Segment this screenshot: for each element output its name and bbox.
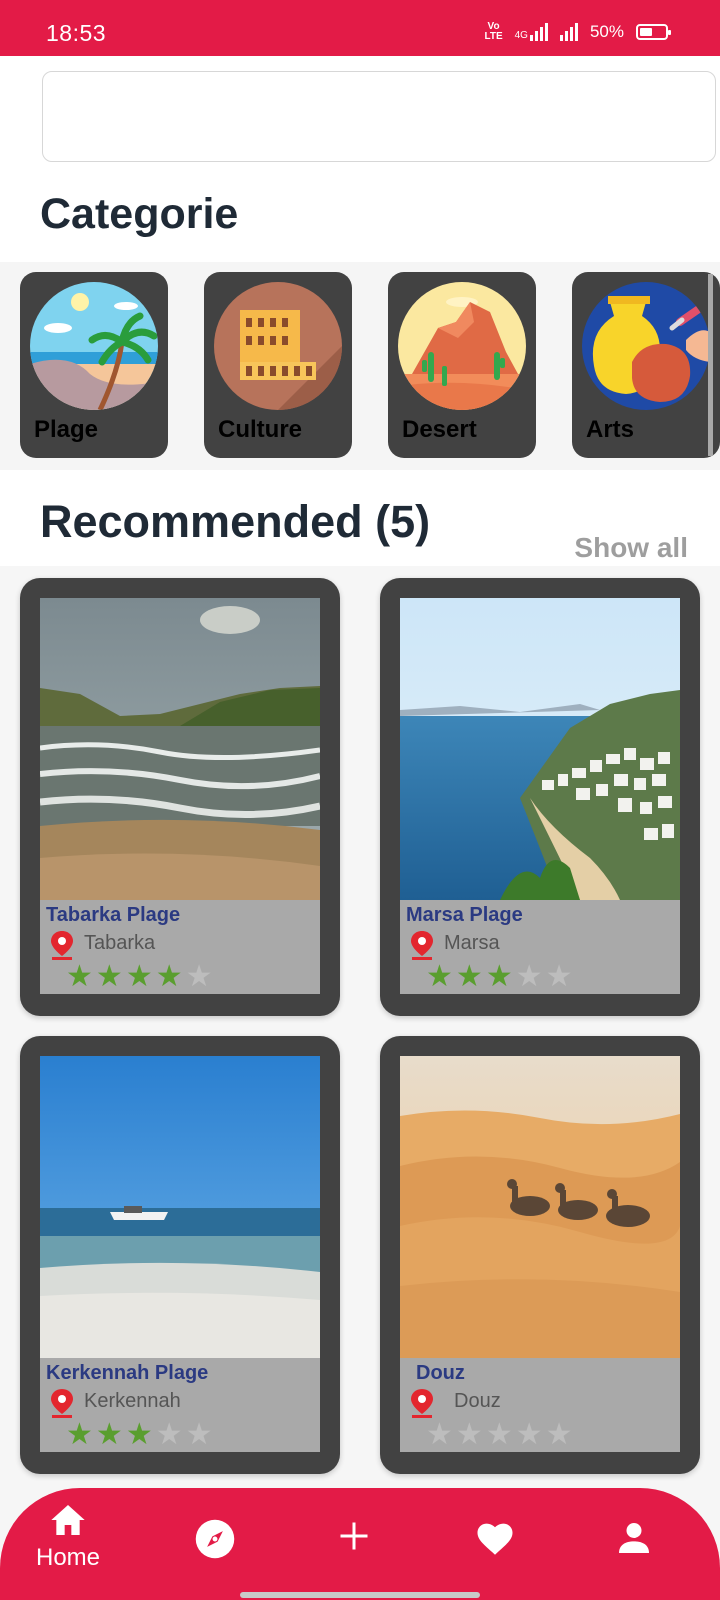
- beach-icon: [30, 282, 158, 410]
- star-filled-icon: ★: [66, 1418, 93, 1451]
- star-filled-icon: ★: [485, 960, 513, 993]
- colosseum-icon: [214, 282, 342, 410]
- desert-icon: [398, 282, 526, 410]
- network-type: 4G: [514, 30, 528, 41]
- status-time: 18:53: [46, 20, 107, 46]
- categories-scrollbar[interactable]: [708, 274, 713, 456]
- nav-add[interactable]: [336, 1518, 372, 1554]
- place-info: Tabarka Plage Tabarka ★ ★ ★ ★ ★: [40, 900, 320, 994]
- star-filled-icon: ★: [455, 960, 483, 993]
- category-card-culture[interactable]: Culture: [204, 272, 352, 458]
- place-name: Kerkennah Plage: [46, 1362, 209, 1384]
- star-empty-icon: ★: [185, 960, 213, 993]
- rating-stars: ★ ★ ★ ★ ★: [66, 1420, 213, 1450]
- star-filled-icon: ★: [66, 960, 93, 993]
- rating-stars: ★ ★ ★ ★ ★: [426, 962, 573, 992]
- status-bar: 18:53 Vo LTE 4G 50%: [0, 0, 720, 56]
- search-input[interactable]: [42, 71, 716, 162]
- rating-stars: ★ ★ ★ ★ ★: [66, 962, 213, 992]
- desert-camels-photo: [400, 1056, 680, 1358]
- category-card-arts[interactable]: Arts: [572, 272, 720, 458]
- nav-profile[interactable]: [614, 1518, 654, 1558]
- nav-favorites[interactable]: [474, 1518, 516, 1560]
- star-filled-icon: ★: [95, 1418, 123, 1451]
- mobile-data-signal-icon: 4G: [515, 23, 548, 41]
- star-empty-icon: ★: [545, 960, 573, 993]
- show-all-link[interactable]: Show all: [574, 532, 688, 564]
- place-name: Tabarka Plage: [46, 904, 181, 926]
- beach-waves-photo: [40, 598, 320, 900]
- star-empty-icon: ★: [515, 960, 543, 993]
- category-card-plage[interactable]: Plage: [20, 272, 168, 458]
- category-label: Plage: [34, 416, 99, 443]
- location-pin-icon: [51, 1389, 73, 1418]
- category-label: Culture: [218, 416, 302, 443]
- star-empty-icon: ★: [515, 1418, 543, 1451]
- coastal-town-photo: [400, 598, 680, 900]
- place-location: Douz: [454, 1390, 501, 1412]
- category-label: Arts: [586, 416, 635, 443]
- recommended-title: Recommended (5): [40, 496, 431, 547]
- star-empty-icon: ★: [485, 1418, 513, 1451]
- battery-percent: 50%: [589, 22, 624, 41]
- shallow-sea-boat-photo: [40, 1056, 320, 1358]
- location-pin-icon: [411, 1389, 433, 1418]
- star-filled-icon: ★: [155, 960, 183, 993]
- compass-icon: [195, 1519, 235, 1559]
- category-card-desert[interactable]: Desert: [388, 272, 536, 458]
- battery-icon: [636, 24, 671, 40]
- place-info: Marsa Plage Marsa ★ ★ ★ ★ ★: [400, 900, 680, 994]
- star-empty-icon: ★: [155, 1418, 183, 1451]
- place-card[interactable]: Douz Douz ★ ★ ★ ★ ★: [380, 1036, 700, 1474]
- rating-stars: ★ ★ ★ ★ ★: [426, 1420, 573, 1450]
- status-icons: Vo LTE 4G 50%: [484, 21, 671, 42]
- profile-icon: [619, 1523, 649, 1553]
- location-pin-icon: [51, 931, 73, 960]
- gesture-home-bar[interactable]: [240, 1592, 480, 1598]
- place-location: Marsa: [444, 932, 500, 954]
- place-card[interactable]: Marsa Plage Marsa ★ ★ ★ ★ ★: [380, 578, 700, 1016]
- star-filled-icon: ★: [95, 960, 123, 993]
- star-filled-icon: ★: [125, 1418, 153, 1451]
- signal-strength-icon: [559, 23, 578, 41]
- home-icon: [51, 1505, 85, 1535]
- star-filled-icon: ★: [426, 960, 453, 993]
- categories-list[interactable]: Plage Culture Desert Arts: [0, 262, 720, 470]
- star-empty-icon: ★: [185, 1418, 213, 1451]
- plus-icon: [340, 1522, 368, 1550]
- bottom-navigation: Home: [0, 1488, 720, 1600]
- place-location: Kerkennah: [84, 1390, 181, 1412]
- place-info: Douz Douz ★ ★ ★ ★ ★: [400, 1358, 680, 1452]
- place-name: Marsa Plage: [406, 904, 523, 926]
- place-location: Tabarka: [84, 932, 156, 954]
- star-filled-icon: ★: [125, 960, 153, 993]
- place-name: Douz: [416, 1362, 465, 1384]
- categories-title: Categorie: [40, 190, 239, 238]
- place-card[interactable]: Kerkennah Plage Kerkennah ★ ★ ★ ★ ★: [20, 1036, 340, 1474]
- location-pin-icon: [411, 931, 433, 960]
- place-card[interactable]: Tabarka Plage Tabarka ★ ★ ★ ★ ★: [20, 578, 340, 1016]
- nav-home-label: Home: [36, 1544, 101, 1571]
- volte-icon: Vo LTE: [484, 21, 503, 42]
- star-empty-icon: ★: [426, 1418, 453, 1451]
- heart-icon: [477, 1523, 513, 1555]
- star-empty-icon: ★: [545, 1418, 573, 1451]
- nav-explore[interactable]: [194, 1518, 236, 1560]
- place-info: Kerkennah Plage Kerkennah ★ ★ ★ ★ ★: [40, 1358, 320, 1452]
- nav-home[interactable]: Home: [36, 1500, 100, 1572]
- category-label: Desert: [402, 416, 477, 443]
- star-empty-icon: ★: [455, 1418, 483, 1451]
- pottery-icon: [582, 282, 710, 410]
